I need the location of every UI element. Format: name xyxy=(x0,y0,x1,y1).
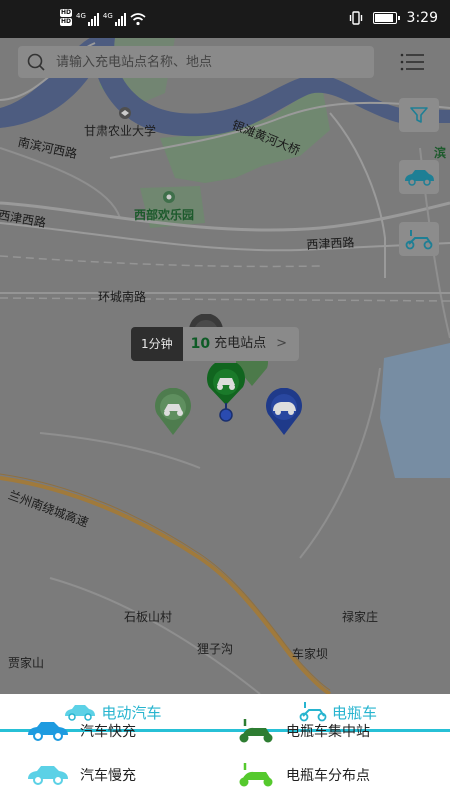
car-icon xyxy=(65,705,96,721)
ebike-spot-icon xyxy=(239,763,273,787)
battery-icon xyxy=(372,12,400,24)
map-label-shibanshan: 石板山村 xyxy=(124,610,173,624)
ebike-layer-button[interactable] xyxy=(399,222,439,256)
filter-icon xyxy=(410,107,428,123)
legend-panel: 电动汽车 电瓶车 汽车快充 汽车慢充 电瓶车集中站 电瓶车分布点 xyxy=(0,694,450,800)
map-label-university: 甘肃农业大学 xyxy=(84,124,157,138)
hd-badge: HD xyxy=(60,9,73,17)
wifi-icon xyxy=(130,13,146,26)
map-view[interactable]: 甘肃农业大学 银滩黄河大桥 南滨河西路 西部欢乐园 西津西路 西津西路 环城南路… xyxy=(0,38,450,694)
ebike-icon xyxy=(405,230,433,250)
legend-ebike-spot-label: 电瓶车分布点 xyxy=(286,768,370,784)
university-icon xyxy=(119,107,131,119)
map-label-park: 西部欢乐园 xyxy=(134,208,195,222)
list-menu-icon[interactable] xyxy=(400,52,424,72)
search-icon xyxy=(27,53,45,71)
legend-car-slow[interactable]: 汽车慢充 xyxy=(26,764,136,786)
station-count-value: 10 xyxy=(190,336,211,352)
signal-icon: 4G xyxy=(103,12,126,26)
car-fast-pin[interactable] xyxy=(263,388,305,436)
status-right: 3:29 xyxy=(349,10,438,26)
chevron-right-icon: > xyxy=(276,336,288,351)
map-label-xijin-right: 西津西路 xyxy=(306,235,355,252)
car-fast-icon xyxy=(28,722,68,741)
legend-car-fast[interactable]: 汽车快充 xyxy=(26,720,136,742)
map-label-jiajiashan: 贾家山 xyxy=(8,656,45,670)
clock: 3:29 xyxy=(406,10,438,26)
filter-button[interactable] xyxy=(399,98,439,132)
map-label-chejiaba: 车家坝 xyxy=(292,647,329,661)
car-icon xyxy=(405,170,434,186)
car-layer-button[interactable] xyxy=(399,160,439,194)
ebike-hub-icon xyxy=(239,719,273,743)
legend-car-slow-label: 汽车慢充 xyxy=(80,768,136,784)
station-count-label: 充电站点 xyxy=(214,336,267,351)
hd-badge: HD xyxy=(60,18,73,26)
network-type-label: 4G xyxy=(76,12,86,20)
legend-ebike-hub-label: 电瓶车集中站 xyxy=(286,724,370,740)
hd-badges: HD HD xyxy=(60,9,73,26)
map-label-edge: 滨 xyxy=(434,146,447,160)
nearby-stations-pill[interactable]: 1分钟 10 充电站点 > xyxy=(131,327,300,361)
vibrate-icon xyxy=(349,11,362,25)
legend-ebike-spot[interactable]: 电瓶车分布点 xyxy=(236,762,370,788)
map-label-lizigou: 狸子沟 xyxy=(197,642,234,656)
map-label-ring-road: 环城南路 xyxy=(98,290,147,304)
network-indicators: HD HD 4G 4G xyxy=(60,9,146,26)
search-input[interactable] xyxy=(56,46,366,78)
car-slow-icon xyxy=(28,766,68,785)
ebike-hub-selected-pin[interactable] xyxy=(203,363,249,423)
network-type-label: 4G xyxy=(102,12,113,20)
map-label-lujiazhuang: 禄家庄 xyxy=(342,610,379,624)
signal-icon: 4G xyxy=(76,12,99,26)
search-bar[interactable] xyxy=(18,46,374,78)
status-bar: HD HD 4G 4G 3:29 xyxy=(0,0,450,38)
park-icon xyxy=(163,191,175,203)
station-count[interactable]: 10 充电站点 > xyxy=(182,327,300,361)
ebike-spot-pin[interactable] xyxy=(152,388,194,436)
legend-ebike-hub[interactable]: 电瓶车集中站 xyxy=(236,718,370,744)
legend-car-fast-label: 汽车快充 xyxy=(80,724,136,740)
travel-time: 1分钟 xyxy=(131,327,183,361)
